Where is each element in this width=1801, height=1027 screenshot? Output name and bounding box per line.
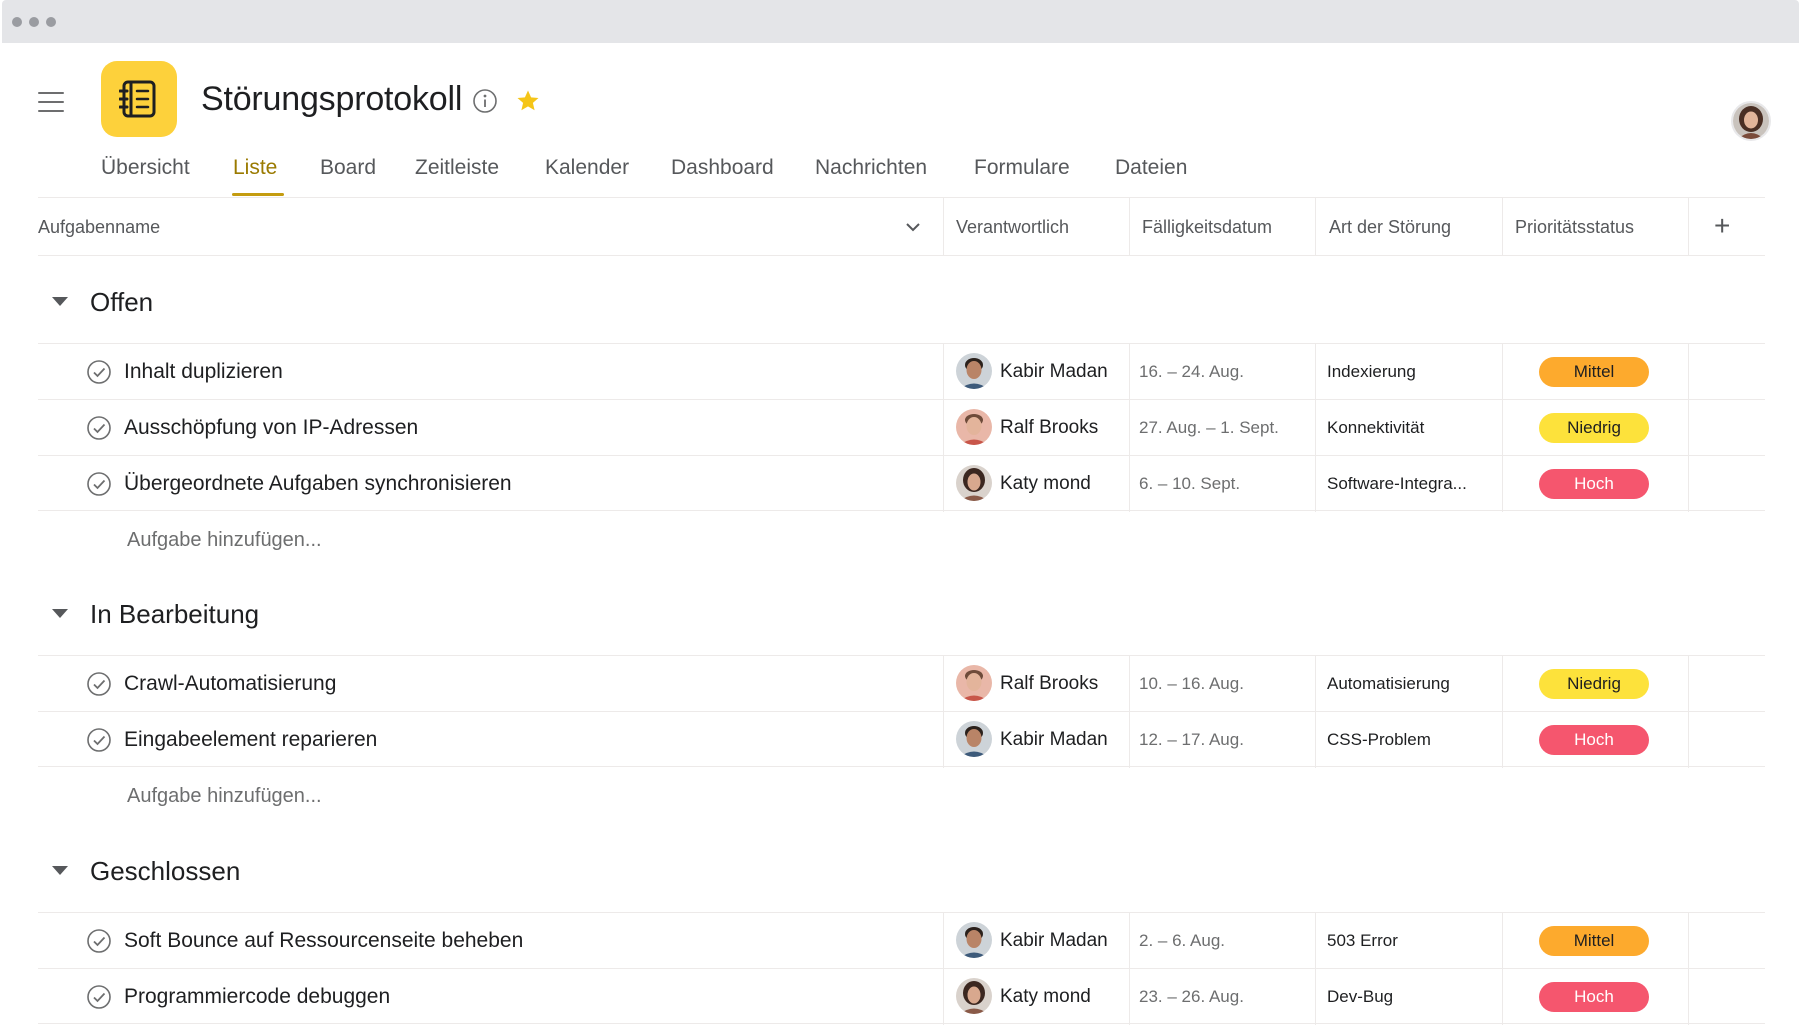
complete-checkmark-icon[interactable] bbox=[86, 928, 112, 954]
section-title[interactable]: Geschlossen bbox=[90, 856, 240, 887]
column-header-kind[interactable]: Art der Störung bbox=[1329, 198, 1451, 256]
assignee-name: Ralf Brooks bbox=[1000, 673, 1099, 694]
tab-forms[interactable]: Formulare bbox=[974, 156, 1070, 180]
section-title[interactable]: In Bearbeitung bbox=[90, 599, 259, 630]
window-dot-icon[interactable] bbox=[29, 17, 39, 27]
priority-badge[interactable]: Niedrig bbox=[1539, 413, 1649, 443]
priority-badge[interactable]: Niedrig bbox=[1539, 669, 1649, 699]
assignee-name: Katy mond bbox=[1000, 473, 1091, 494]
priority-badge[interactable]: Hoch bbox=[1539, 982, 1649, 1012]
tab-board[interactable]: Board bbox=[320, 156, 376, 180]
page-title[interactable]: Störungsprotokoll bbox=[201, 80, 462, 119]
due-date[interactable]: 12. – 17. Aug. bbox=[1139, 730, 1244, 750]
task-row[interactable]: Inhalt duplizieren Kabir Madan 16. – 24. A… bbox=[38, 343, 1765, 400]
add-task-button[interactable]: Aufgabe hinzufügen... bbox=[127, 529, 322, 552]
column-header-assignee[interactable]: Verantwortlich bbox=[956, 198, 1069, 256]
assignee-name: Kabir Madan bbox=[1000, 930, 1108, 951]
task-row[interactable]: Programmiercode debuggen Katy mond 23. – 2… bbox=[38, 968, 1765, 1025]
tab-files[interactable]: Dateien bbox=[1115, 156, 1187, 180]
due-date[interactable]: 2. – 6. Aug. bbox=[1139, 931, 1225, 951]
column-header-row: Aufgabenname Verantwortlich Fälligkeitsd… bbox=[38, 197, 1765, 256]
incident-type[interactable]: Dev-Bug bbox=[1327, 987, 1393, 1007]
avatar bbox=[956, 922, 992, 958]
section-title[interactable]: Offen bbox=[90, 287, 153, 318]
complete-checkmark-icon[interactable] bbox=[86, 471, 112, 497]
tab-timeline[interactable]: Zeitleiste bbox=[415, 156, 499, 180]
tab-dashboard[interactable]: Dashboard bbox=[671, 156, 774, 180]
complete-checkmark-icon[interactable] bbox=[86, 984, 112, 1010]
assignee-name: Kabir Madan bbox=[1000, 729, 1108, 750]
task-name[interactable]: Übergeordnete Aufgaben synchronisieren bbox=[124, 472, 512, 496]
due-date[interactable]: 27. Aug. – 1. Sept. bbox=[1139, 418, 1279, 438]
caret-down-icon[interactable] bbox=[52, 866, 68, 875]
task-row[interactable]: Soft Bounce auf Ressourcenseite beheben K… bbox=[38, 912, 1765, 969]
task-name[interactable]: Eingabeelement reparieren bbox=[124, 728, 377, 752]
avatar bbox=[956, 978, 992, 1014]
hamburger-menu-icon[interactable] bbox=[38, 92, 64, 112]
due-date[interactable]: 10. – 16. Aug. bbox=[1139, 674, 1244, 694]
info-icon[interactable] bbox=[472, 88, 498, 114]
window-titlebar bbox=[2, 0, 1799, 43]
task-name[interactable]: Crawl-Automatisierung bbox=[124, 672, 336, 696]
task-row[interactable]: Übergeordnete Aufgaben synchronisieren Ka… bbox=[38, 455, 1765, 512]
priority-badge[interactable]: Mittel bbox=[1539, 357, 1649, 387]
priority-badge[interactable]: Mittel bbox=[1539, 926, 1649, 956]
avatar bbox=[956, 353, 992, 389]
column-header-task-name[interactable]: Aufgabenname bbox=[38, 198, 160, 256]
chevron-down-icon[interactable] bbox=[903, 217, 923, 237]
avatar bbox=[956, 465, 992, 501]
incident-type[interactable]: Automatisierung bbox=[1327, 674, 1450, 694]
tab-overview[interactable]: Übersicht bbox=[101, 156, 190, 180]
due-date[interactable]: 6. – 10. Sept. bbox=[1139, 474, 1240, 494]
window-dot-icon[interactable] bbox=[12, 17, 22, 27]
column-header-priority[interactable]: Prioritätsstatus bbox=[1515, 198, 1634, 256]
assignee-name: Kabir Madan bbox=[1000, 361, 1108, 382]
avatar bbox=[956, 409, 992, 445]
task-name[interactable]: Programmiercode debuggen bbox=[124, 985, 390, 1009]
project-notebook-icon[interactable] bbox=[101, 61, 177, 137]
tab-list[interactable]: Liste bbox=[233, 156, 277, 180]
assignee-name: Ralf Brooks bbox=[1000, 417, 1099, 438]
complete-checkmark-icon[interactable] bbox=[86, 359, 112, 385]
incident-type[interactable]: 503 Error bbox=[1327, 931, 1398, 951]
task-row[interactable]: Ausschöpfung von IP-Adressen Ralf Brooks 2… bbox=[38, 399, 1765, 456]
complete-checkmark-icon[interactable] bbox=[86, 671, 112, 697]
complete-checkmark-icon[interactable] bbox=[86, 415, 112, 441]
user-avatar[interactable] bbox=[1731, 101, 1771, 141]
task-row[interactable]: Crawl-Automatisierung Ralf Brooks 10. – 16… bbox=[38, 655, 1765, 712]
active-tab-indicator bbox=[232, 193, 284, 196]
add-column-button[interactable]: + bbox=[1714, 212, 1730, 240]
priority-badge[interactable]: Hoch bbox=[1539, 725, 1649, 755]
tab-calendar[interactable]: Kalender bbox=[545, 156, 629, 180]
incident-type[interactable]: Indexierung bbox=[1327, 362, 1416, 382]
star-icon[interactable] bbox=[515, 88, 541, 114]
task-name[interactable]: Soft Bounce auf Ressourcenseite beheben bbox=[124, 929, 523, 953]
caret-down-icon[interactable] bbox=[52, 609, 68, 618]
add-task-button[interactable]: Aufgabe hinzufügen... bbox=[127, 785, 322, 808]
due-date[interactable]: 23. – 26. Aug. bbox=[1139, 987, 1244, 1007]
avatar bbox=[956, 665, 992, 701]
incident-type[interactable]: CSS-Problem bbox=[1327, 730, 1431, 750]
priority-badge[interactable]: Hoch bbox=[1539, 469, 1649, 499]
complete-checkmark-icon[interactable] bbox=[86, 727, 112, 753]
task-name[interactable]: Inhalt duplizieren bbox=[124, 360, 283, 384]
due-date[interactable]: 16. – 24. Aug. bbox=[1139, 362, 1244, 382]
tab-messages[interactable]: Nachrichten bbox=[815, 156, 927, 180]
avatar bbox=[956, 721, 992, 757]
assignee-name: Katy mond bbox=[1000, 986, 1091, 1007]
incident-type[interactable]: Konnektivität bbox=[1327, 418, 1424, 438]
window-dot-icon[interactable] bbox=[46, 17, 56, 27]
incident-type[interactable]: Software-Integra... bbox=[1327, 474, 1467, 494]
column-header-due-date[interactable]: Fälligkeitsdatum bbox=[1142, 198, 1272, 256]
task-name[interactable]: Ausschöpfung von IP-Adressen bbox=[124, 416, 418, 440]
task-row[interactable]: Eingabeelement reparieren Kabir Madan 12. … bbox=[38, 711, 1765, 768]
caret-down-icon[interactable] bbox=[52, 297, 68, 306]
